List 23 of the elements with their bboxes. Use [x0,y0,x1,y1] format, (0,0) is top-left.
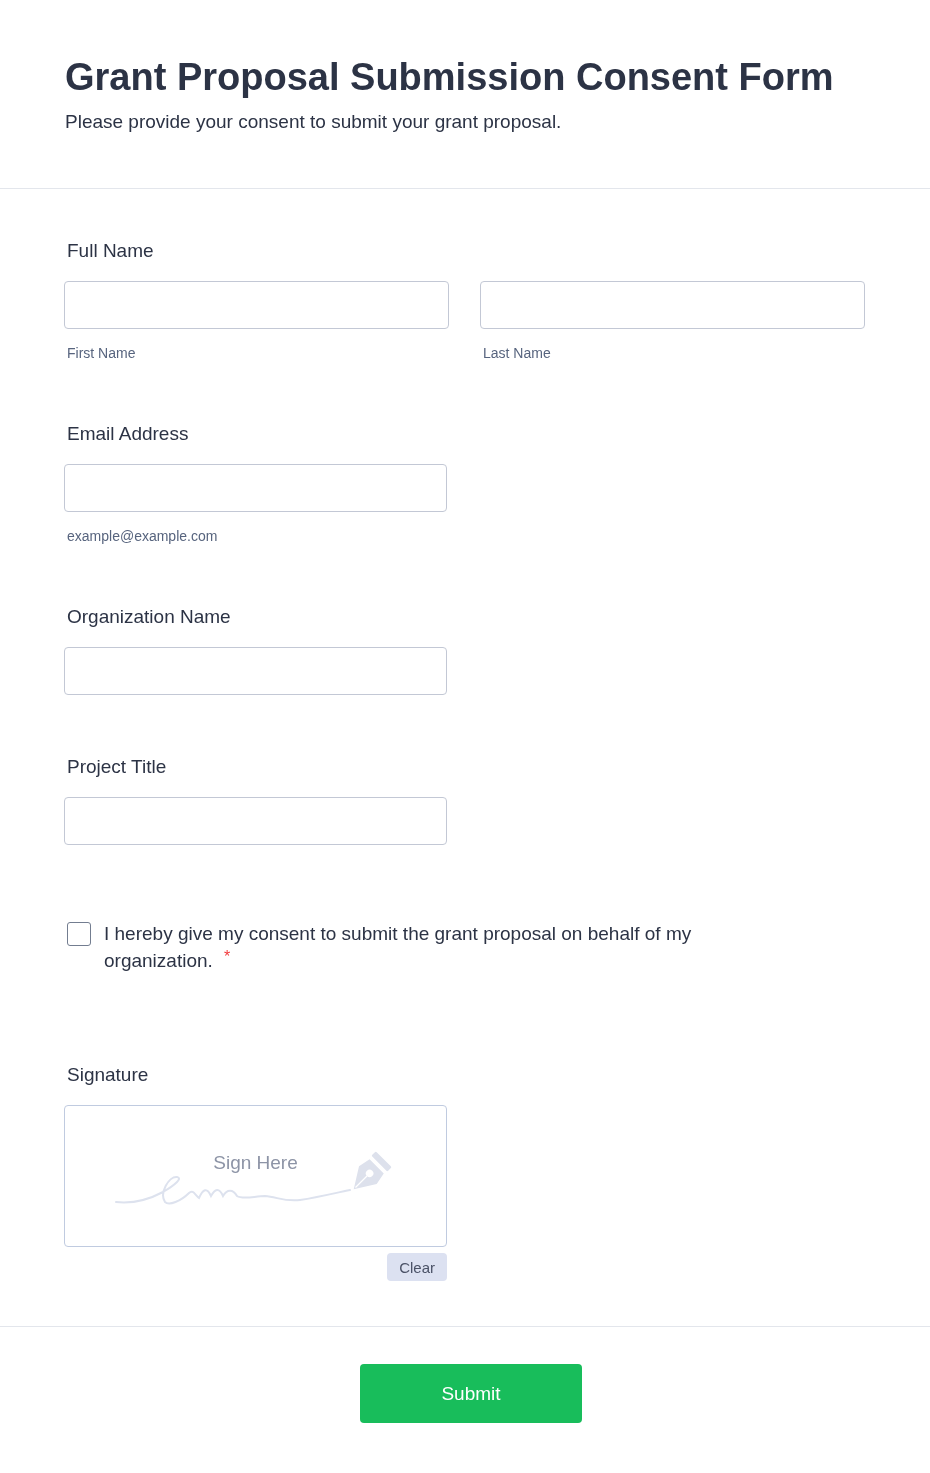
consent-checkbox[interactable] [67,922,91,946]
form-subtitle: Please provide your consent to submit your grant proposal. [65,110,562,134]
text-input[interactable] [64,464,447,512]
form-title: Grant Proposal Submission Consent Form [65,55,834,100]
field-label: Project Title [67,755,167,779]
signature-scribble-icon [115,1175,351,1207]
text-input[interactable] [64,797,447,845]
consent-text: I hereby give my consent to submit the grant proposal on behalf of my organization. $^{*}$ [104,922,693,973]
signature-pad[interactable]: Sign Here [64,1105,447,1247]
text-input[interactable] [480,281,865,329]
clear-button[interactable]: Clear [387,1253,447,1281]
field-label: Organization Name [67,605,231,629]
submit-button[interactable]: Submit [360,1364,582,1423]
field-sublabel: First Name [67,344,136,362]
pen-nib-icon [353,1150,393,1190]
field-label: Email Address [67,422,189,446]
field-label: Full Name [67,239,154,263]
field-label: Signature [67,1063,149,1087]
signature-placeholder: Sign Here [213,1151,298,1175]
text-input[interactable] [64,647,447,695]
field-sublabel: Last Name [483,344,551,362]
text-input[interactable] [64,281,449,329]
field-sublabel: example@example.com [67,527,218,545]
